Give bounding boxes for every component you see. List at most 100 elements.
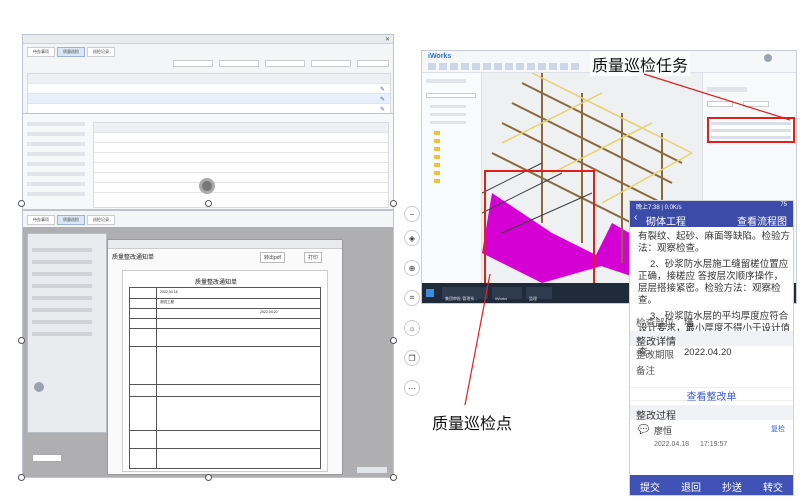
toolbar-icon[interactable] bbox=[549, 63, 557, 70]
tab-quality[interactable]: 质量巡检 bbox=[57, 215, 85, 225]
tree-node[interactable] bbox=[430, 113, 466, 116]
toolbar-icon[interactable] bbox=[483, 63, 491, 70]
table-row[interactable] bbox=[28, 84, 390, 94]
resize-handle[interactable] bbox=[205, 474, 212, 481]
filter-select-3[interactable] bbox=[265, 60, 305, 67]
remark-label: 备注 bbox=[636, 366, 656, 377]
form-line bbox=[27, 152, 85, 156]
toolbar-icon[interactable] bbox=[516, 63, 524, 70]
resize-handle[interactable] bbox=[18, 200, 25, 207]
edit-icon[interactable]: ✎ bbox=[380, 106, 385, 113]
view-rectify-label: 查看整改单 bbox=[686, 392, 737, 403]
mobile-header: ‹ 砌体工程 查看流程图 bbox=[630, 211, 793, 228]
tree-search-input[interactable] bbox=[426, 93, 476, 98]
back-button[interactable] bbox=[32, 454, 62, 462]
view-flow-link[interactable]: 查看流程图 bbox=[737, 213, 787, 228]
pdf-button[interactable]: 转出pdf bbox=[260, 252, 285, 263]
start-icon[interactable] bbox=[426, 289, 434, 297]
grid-line bbox=[130, 298, 320, 299]
table-row[interactable] bbox=[94, 143, 388, 153]
tab-quality[interactable]: 质量巡检 bbox=[57, 47, 85, 57]
toolbar-icon[interactable] bbox=[472, 63, 480, 70]
annotation-point-label: 质量巡检点 bbox=[432, 416, 513, 433]
toolbar-icon[interactable] bbox=[494, 63, 502, 70]
remark-row: 备注 bbox=[630, 363, 793, 377]
toolbar-icon[interactable] bbox=[527, 63, 535, 70]
toolbar-icon[interactable] bbox=[461, 63, 469, 70]
filter-select-1[interactable] bbox=[173, 60, 213, 67]
filter-select-5[interactable] bbox=[357, 60, 389, 67]
user-avatar[interactable] bbox=[764, 54, 772, 62]
mobile-screen: 晚上7:38 | 0.0K/s 75 ‹ 砌体工程 查看流程图 有裂纹、起砂、麻… bbox=[629, 200, 794, 496]
crop-icon[interactable]: ⌗ bbox=[404, 290, 420, 306]
filter-select-4[interactable] bbox=[311, 60, 351, 67]
toolbar-icon[interactable] bbox=[571, 63, 579, 70]
form-line bbox=[32, 260, 92, 264]
view-rectify-link[interactable]: 查看整改单 bbox=[630, 387, 793, 403]
person-name: 廖恒 bbox=[654, 426, 673, 436]
tab-todo[interactable]: 待办事项 bbox=[27, 47, 55, 57]
rectify-window: 待办事项 质量巡检 巡检记录 质量整改通知单 转出pdf 打印 质量整改通知单 bbox=[22, 210, 394, 478]
tab-records[interactable]: 巡检记录 bbox=[87, 215, 115, 225]
submit-button[interactable]: 提交 bbox=[630, 475, 670, 495]
edit-icon[interactable]: ✎ bbox=[380, 96, 385, 103]
table-row[interactable] bbox=[94, 133, 388, 143]
detail-modal bbox=[23, 113, 393, 209]
print-button[interactable]: 打印 bbox=[304, 252, 323, 263]
quality-list-window: ✕ 待办事项 质量巡检 巡检记录 ✎ ✎ ✎ bbox=[22, 34, 394, 210]
bulb-icon[interactable]: ☼ bbox=[404, 320, 420, 336]
cc-button[interactable]: 抄送 bbox=[712, 475, 752, 495]
form-line bbox=[27, 122, 85, 126]
resize-handle[interactable] bbox=[18, 337, 25, 344]
tab-todo[interactable]: 待办事项 bbox=[27, 215, 55, 225]
form-line bbox=[27, 142, 85, 146]
more-icon[interactable]: ⋯ bbox=[404, 380, 420, 396]
folder-icon bbox=[434, 139, 440, 143]
tree-node[interactable] bbox=[426, 79, 466, 83]
grid-line bbox=[130, 384, 320, 385]
toolbar-icon[interactable] bbox=[538, 63, 546, 70]
close-icon[interactable]: ✕ bbox=[385, 36, 390, 43]
grid-line bbox=[130, 328, 320, 329]
copy-icon[interactable]: ❐ bbox=[404, 350, 420, 366]
folder-icon bbox=[434, 179, 440, 183]
form-line bbox=[32, 320, 92, 324]
resize-handle[interactable] bbox=[18, 474, 25, 481]
table-row[interactable] bbox=[94, 163, 388, 173]
tree-node[interactable] bbox=[430, 105, 466, 108]
transfer-button[interactable]: 转交 bbox=[753, 475, 793, 495]
section-heading: 整改过程 bbox=[636, 411, 676, 422]
layers-icon[interactable]: ◈ bbox=[404, 230, 420, 246]
notice-date-2: 2022.04.20 bbox=[260, 310, 278, 314]
resize-handle[interactable] bbox=[390, 337, 397, 344]
table-row[interactable] bbox=[94, 183, 388, 193]
folder-icon bbox=[434, 131, 440, 135]
rectify-detail-heading: 整改详情 bbox=[630, 331, 793, 348]
toolbar-icon[interactable] bbox=[450, 63, 458, 70]
resize-handle[interactable] bbox=[205, 200, 212, 207]
zoom-icon[interactable]: ⊕ bbox=[404, 260, 420, 276]
form-line bbox=[32, 272, 92, 276]
toolbar-icon[interactable] bbox=[560, 63, 568, 70]
minus-icon[interactable]: − bbox=[404, 206, 420, 222]
table-row[interactable] bbox=[94, 173, 388, 183]
filter-select-2[interactable] bbox=[219, 60, 259, 67]
form-line bbox=[27, 182, 85, 186]
toolbar-icon[interactable] bbox=[428, 63, 436, 70]
return-button[interactable]: 退回 bbox=[671, 475, 711, 495]
table-row[interactable] bbox=[28, 94, 390, 104]
resize-handle[interactable] bbox=[390, 200, 397, 207]
edit-icon[interactable]: ✎ bbox=[380, 86, 385, 93]
task-row[interactable] bbox=[711, 136, 791, 139]
toolbar-icon[interactable] bbox=[505, 63, 513, 70]
pager bbox=[357, 467, 387, 473]
table-row[interactable] bbox=[94, 153, 388, 163]
resize-handle[interactable] bbox=[390, 474, 397, 481]
tab-records[interactable]: 巡检记录 bbox=[87, 47, 115, 57]
mobile-bottom-bar: 提交 退回 抄送 转交 bbox=[630, 475, 793, 495]
tree-node[interactable] bbox=[430, 121, 466, 124]
taskbar-item[interactable]: 监理 bbox=[526, 287, 552, 301]
folder-icon bbox=[434, 147, 440, 151]
toolbar-icon[interactable] bbox=[439, 63, 447, 70]
back-chevron-icon[interactable]: ‹ bbox=[634, 212, 637, 223]
